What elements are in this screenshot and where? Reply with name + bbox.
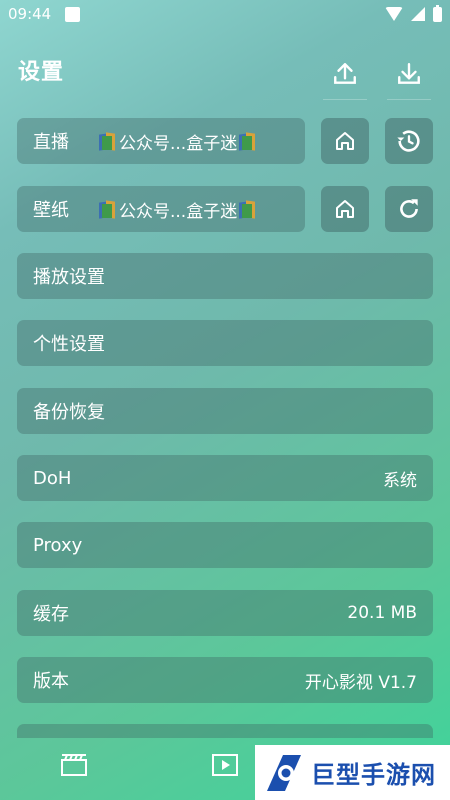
personal-settings-row[interactable]: 个性设置 <box>17 320 433 366</box>
status-bar: 09:44 <box>0 0 450 28</box>
doh-row[interactable]: DoH 系统 <box>17 455 433 501</box>
live-label: 直播 <box>33 132 69 153</box>
cache-row[interactable]: 缓存 20.1 MB <box>17 590 433 636</box>
doh-label: DoH <box>33 467 72 489</box>
books-icon <box>239 199 257 219</box>
wallpaper-home-button[interactable] <box>321 186 369 232</box>
upload-icon <box>334 63 356 84</box>
version-label: 版本 <box>33 671 69 692</box>
upload-button[interactable] <box>321 52 369 100</box>
books-icon <box>99 131 117 151</box>
refresh-icon <box>400 199 418 218</box>
version-value: 开心影视 V1.7 <box>304 672 417 693</box>
playback-settings-label: 播放设置 <box>33 267 105 288</box>
proxy-label: Proxy <box>33 534 83 556</box>
version-row[interactable]: 版本 开心影视 V1.7 <box>17 657 433 703</box>
notification-icon <box>65 6 81 22</box>
watermark-logo: 巨型手游网 <box>255 745 450 800</box>
logo-icon <box>261 751 305 795</box>
personal-settings-label: 个性设置 <box>33 334 105 355</box>
battery-icon <box>433 4 442 22</box>
live-source-row[interactable]: 直播 公众号...盒子迷 <box>17 118 305 164</box>
books-icon <box>99 199 117 219</box>
play-icon <box>212 754 238 776</box>
nav-vod-button[interactable] <box>60 752 88 782</box>
wallpaper-source-value: 公众号...盒子迷 <box>119 201 238 222</box>
wallpaper-source-row[interactable]: 壁纸 公众号...盒子迷 <box>17 186 305 232</box>
playback-settings-row[interactable]: 播放设置 <box>17 253 433 299</box>
page-title: 设置 <box>18 60 65 85</box>
live-source-value: 公众号...盒子迷 <box>119 133 238 154</box>
live-home-button[interactable] <box>321 118 369 164</box>
backup-restore-row[interactable]: 备份恢复 <box>17 388 433 434</box>
backup-restore-label: 备份恢复 <box>33 402 105 423</box>
download-icon <box>398 63 420 84</box>
watermark-text: 巨型手游网 <box>311 761 436 789</box>
history-icon <box>397 130 420 152</box>
home-icon <box>336 132 354 150</box>
wallpaper-refresh-button[interactable] <box>385 186 433 232</box>
proxy-row[interactable]: Proxy <box>17 522 433 568</box>
cache-value: 20.1 MB <box>347 603 417 623</box>
signal-icon <box>411 7 425 21</box>
cache-label: 缓存 <box>33 604 69 625</box>
home-icon <box>336 200 354 218</box>
download-button[interactable] <box>385 52 433 100</box>
status-time: 09:44 <box>8 5 52 23</box>
books-icon <box>239 131 257 151</box>
nav-live-button[interactable] <box>211 752 239 782</box>
clapperboard-icon <box>61 754 87 776</box>
doh-value: 系统 <box>383 470 417 491</box>
live-history-button[interactable] <box>385 118 433 164</box>
wallpaper-label: 壁纸 <box>33 200 69 221</box>
wifi-icon <box>385 7 403 21</box>
